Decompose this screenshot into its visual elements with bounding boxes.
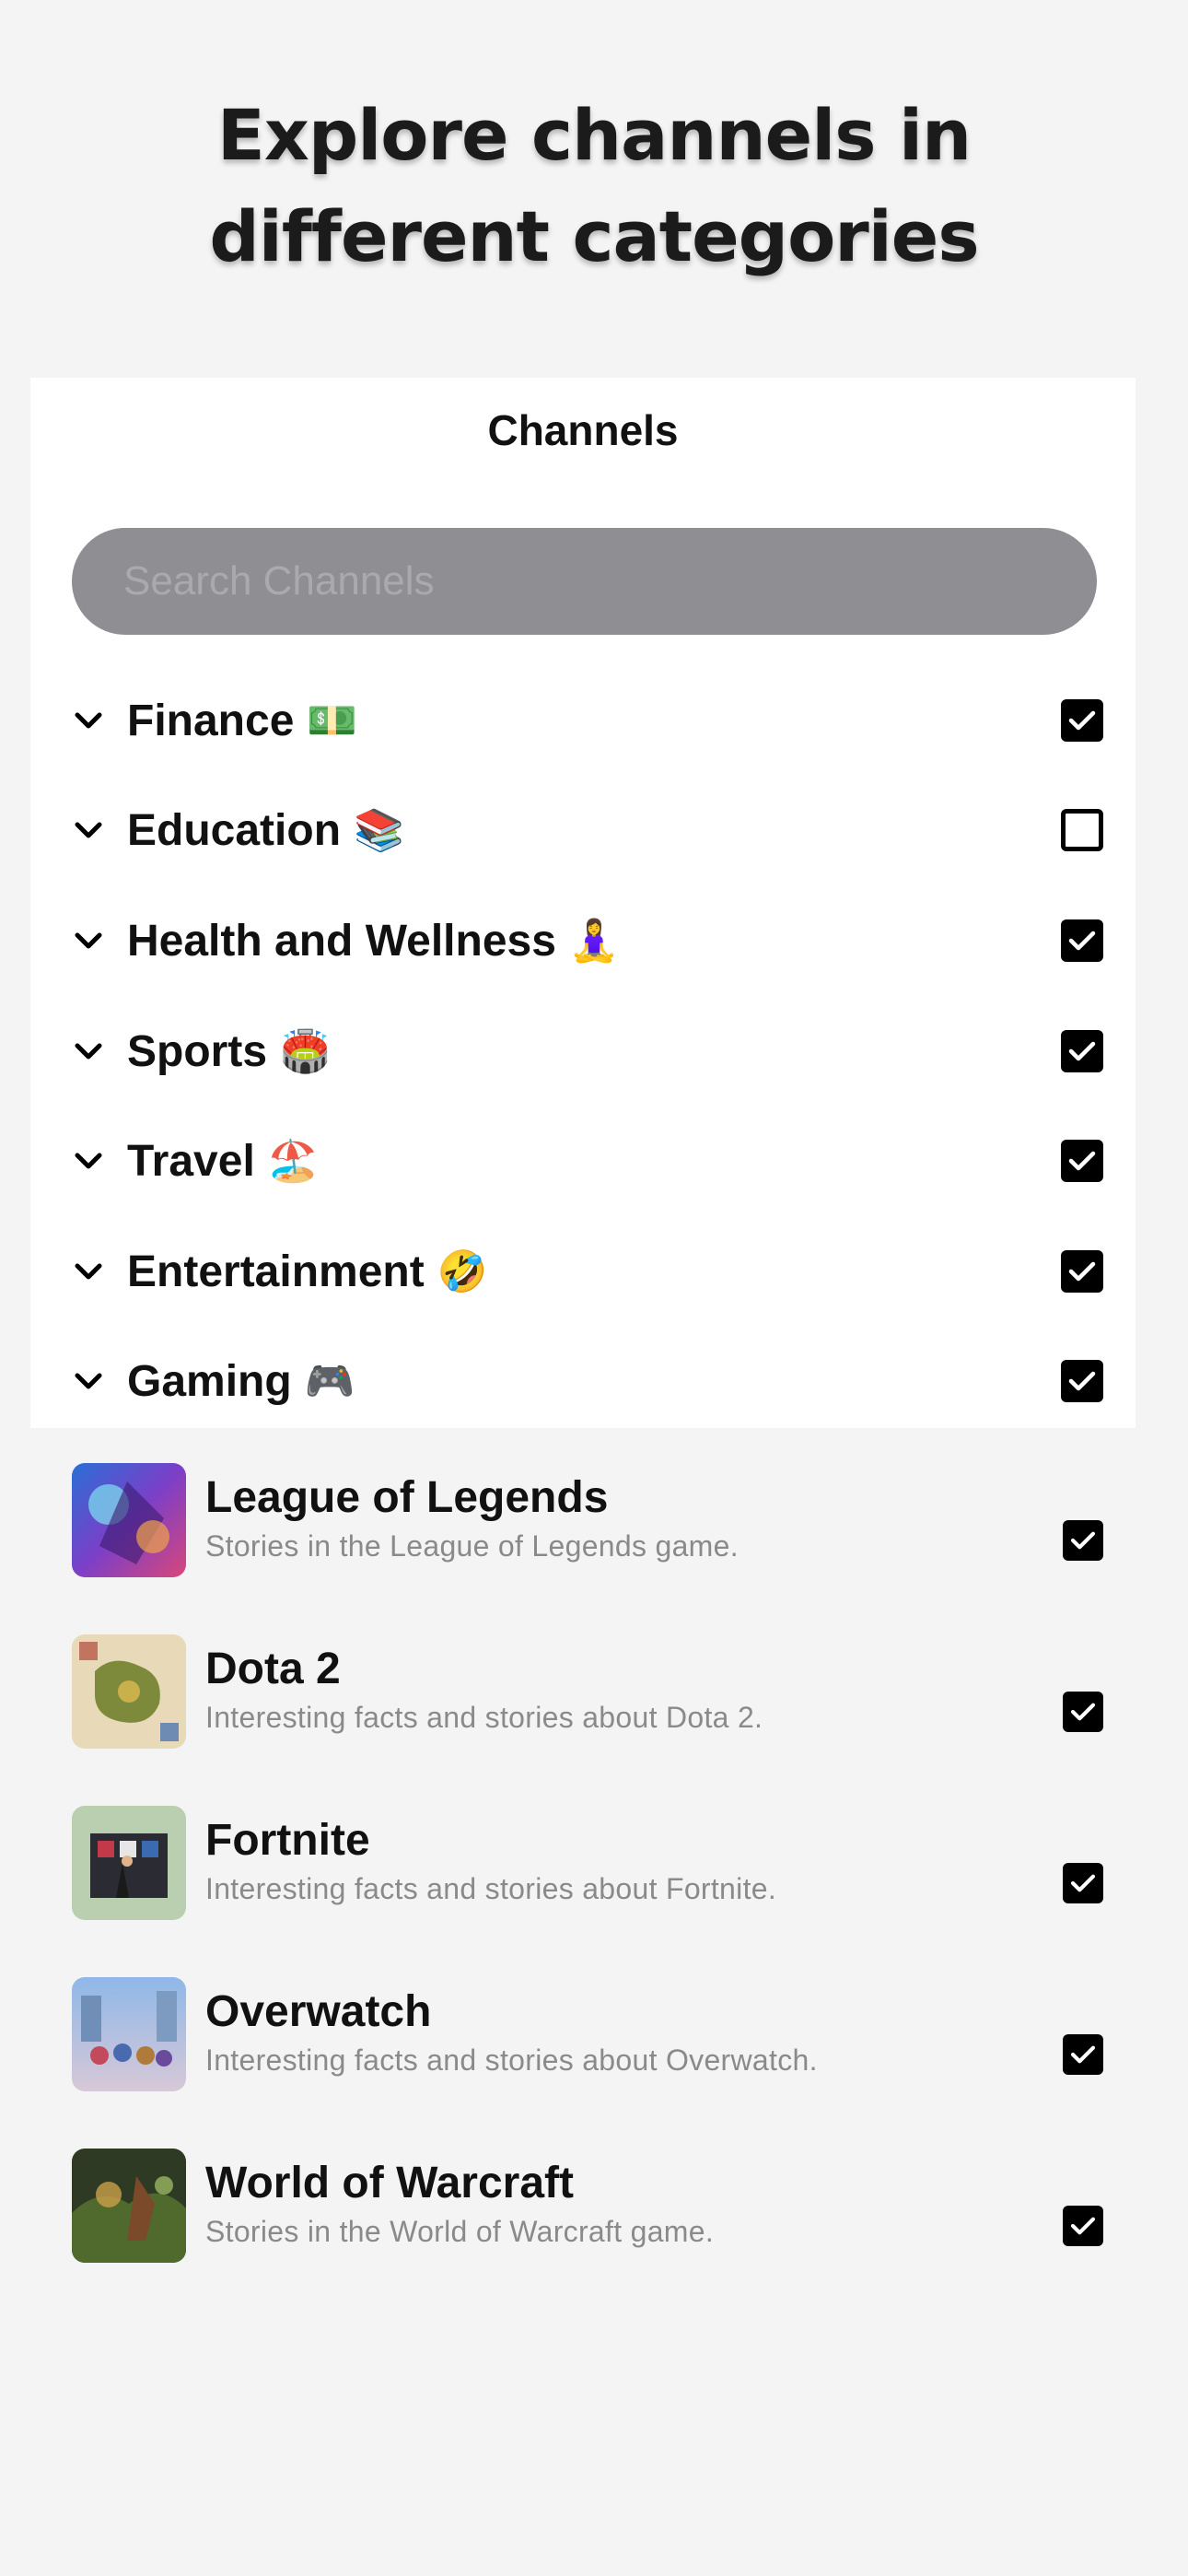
meditation-icon: 🧘‍♀️ (568, 919, 620, 964)
checkmark-icon (1070, 1703, 1096, 1721)
checkmark-icon (1068, 1371, 1096, 1391)
channel-checkbox[interactable] (1063, 2206, 1103, 2246)
page-title: Explore channels in different categories (209, 94, 979, 277)
channel-title: Dota 2 (205, 1645, 341, 1693)
channel-description: Interesting facts and stories about Over… (205, 2043, 818, 2077)
checkmark-icon (1068, 1261, 1096, 1282)
category-label: Education (127, 805, 342, 855)
channel-title: World of Warcraft (205, 2159, 575, 2207)
category-checkbox[interactable] (1061, 1250, 1103, 1293)
channel-title: Fortnite (205, 1816, 370, 1865)
category-checkbox[interactable] (1061, 699, 1103, 742)
checkmark-icon (1070, 1531, 1096, 1550)
beach-icon: 🏖️ (267, 1139, 319, 1184)
books-icon: 📚 (354, 808, 404, 853)
chevron-down-icon[interactable] (72, 1035, 105, 1068)
chevron-down-icon[interactable] (72, 924, 105, 957)
stadium-icon: 🏟️ (280, 1029, 331, 1074)
money-icon: 💵 (307, 698, 358, 744)
chevron-down-icon[interactable] (72, 1144, 105, 1177)
category-row-travel[interactable]: Travel 🏖️ (72, 1119, 1103, 1202)
channel-item-fortnite[interactable]: Fortnite Interesting facts and stories a… (72, 1806, 1103, 1922)
channel-thumbnail (72, 1806, 186, 1920)
channel-checkbox[interactable] (1063, 1863, 1103, 1903)
category-checkbox[interactable] (1061, 1140, 1103, 1182)
checkmark-icon (1070, 2217, 1096, 2235)
channel-description: Interesting facts and stories about Fort… (205, 1872, 777, 1905)
search-input[interactable] (72, 528, 1097, 635)
checkmark-icon (1068, 1041, 1096, 1061)
chevron-down-icon[interactable] (72, 814, 105, 847)
checkmark-icon (1070, 2045, 1096, 2064)
channel-item-overwatch[interactable]: Overwatch Interesting facts and stories … (72, 1977, 1103, 2093)
category-checkbox[interactable] (1061, 1360, 1103, 1402)
category-row-education[interactable]: Education 📚 (72, 789, 1103, 872)
channel-thumbnail (72, 1977, 186, 2091)
category-label: Entertainment (127, 1247, 425, 1296)
game-controller-icon: 🎮 (304, 1359, 355, 1404)
channel-thumbnail (72, 1634, 186, 1749)
chevron-down-icon[interactable] (72, 1364, 105, 1398)
category-label: Sports (127, 1026, 268, 1076)
category-row-sports[interactable]: Sports 🏟️ (72, 1010, 1103, 1093)
category-row-finance[interactable]: Finance 💵 (72, 679, 1103, 762)
category-label: Health and Wellness (127, 916, 556, 966)
laughing-icon: 🤣 (437, 1249, 488, 1294)
category-label: Gaming (127, 1356, 292, 1406)
category-checkbox[interactable] (1061, 809, 1103, 851)
panel-title: Channels (487, 406, 679, 454)
category-row-gaming[interactable]: Gaming 🎮 (72, 1340, 1103, 1423)
channel-item-world-of-warcraft[interactable]: World of Warcraft Stories in the World o… (72, 2149, 1103, 2265)
category-checkbox[interactable] (1061, 1030, 1103, 1072)
channel-description: Stories in the League of Legends game. (205, 1529, 739, 1563)
checkmark-icon (1068, 931, 1096, 951)
channel-title: League of Legends (205, 1473, 609, 1522)
channel-item-league-of-legends[interactable]: League of Legends Stories in the League … (72, 1463, 1103, 1579)
channels-panel: Channels Finance 💵 Education 📚 Health an… (30, 378, 1136, 2263)
checkmark-icon (1070, 1874, 1096, 1892)
channel-checkbox[interactable] (1063, 2034, 1103, 2075)
checkmark-icon (1068, 710, 1096, 731)
channel-checkbox[interactable] (1063, 1692, 1103, 1732)
category-label: Travel (127, 1136, 255, 1186)
category-label: Finance (127, 696, 295, 745)
channel-thumbnail (72, 2149, 186, 2263)
channel-description: Stories in the World of Warcraft game. (205, 2215, 715, 2248)
channel-thumbnail (72, 1463, 186, 1577)
category-row-health-and-wellness[interactable]: Health and Wellness 🧘‍♀️ (72, 899, 1103, 982)
category-row-entertainment[interactable]: Entertainment 🤣 (72, 1230, 1103, 1313)
chevron-down-icon[interactable] (72, 704, 105, 737)
channel-title: Overwatch (205, 1987, 432, 2036)
channel-checkbox[interactable] (1063, 1520, 1103, 1561)
channel-description: Interesting facts and stories about Dota… (205, 1701, 763, 1734)
category-checkbox[interactable] (1061, 919, 1103, 962)
channel-item-dota-2[interactable]: Dota 2 Interesting facts and stories abo… (72, 1634, 1103, 1751)
chevron-down-icon[interactable] (72, 1255, 105, 1288)
checkmark-icon (1068, 1151, 1096, 1171)
